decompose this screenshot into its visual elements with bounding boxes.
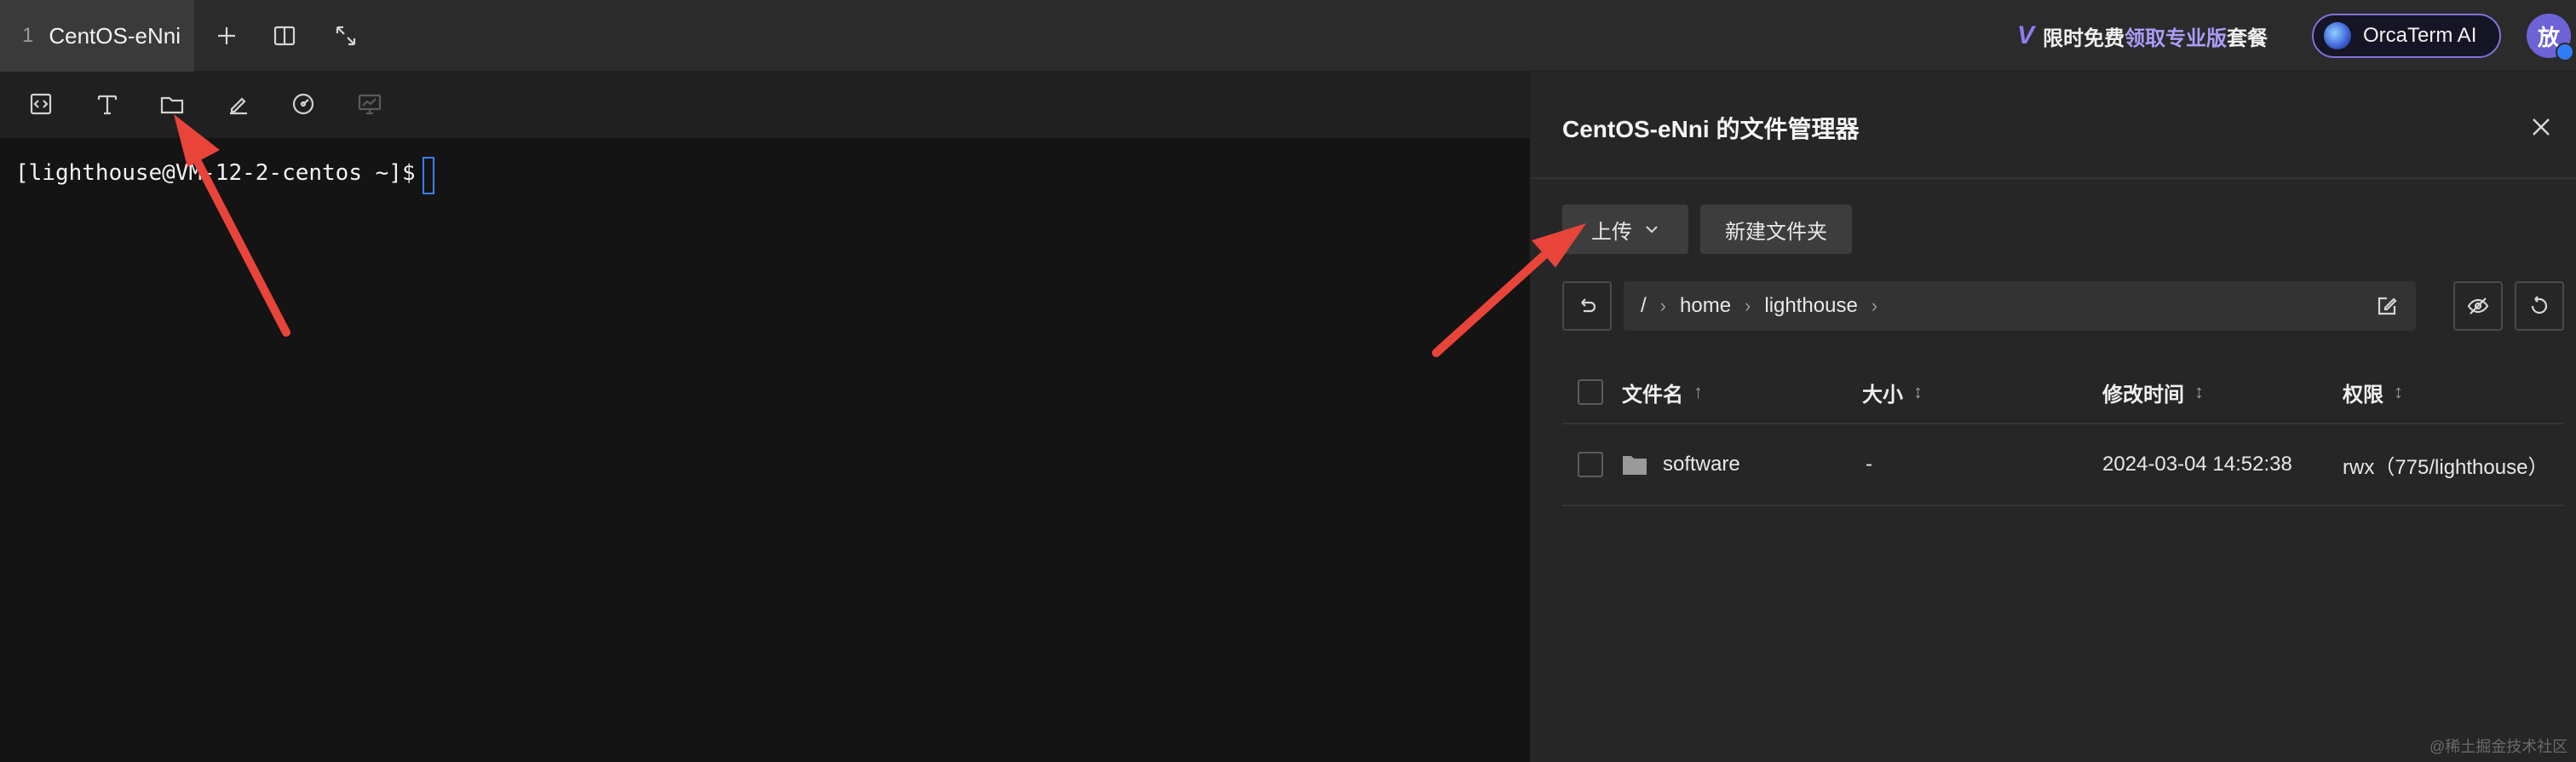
orcaterm-logo-icon — [2324, 22, 2351, 49]
close-icon[interactable] — [2527, 113, 2556, 141]
folder-icon — [1623, 456, 1647, 475]
file-name: software — [1663, 453, 1740, 476]
split-view-icon[interactable] — [267, 19, 302, 53]
file-permissions: rwx（775/lighthouse） — [2343, 455, 2549, 479]
avatar-badge-icon — [2556, 43, 2574, 61]
undo-icon — [1581, 298, 1596, 313]
expand-icon[interactable] — [329, 19, 363, 53]
chevron-right-icon: › — [1871, 295, 1878, 316]
refresh-icon — [2531, 296, 2548, 315]
code-icon[interactable] — [24, 87, 58, 121]
hidden-files-toggle[interactable] — [2453, 281, 2503, 331]
table-header: 文件名 ↑ 大小 ↕ 修改时间 ↕ 权限 ↕ — [1562, 361, 2564, 424]
column-size-label: 大小 — [1862, 383, 1903, 407]
column-modified-label: 修改时间 — [2102, 383, 2184, 407]
upload-button[interactable]: 上传 — [1562, 205, 1688, 254]
promo-text-2: 领取专业版 — [2125, 26, 2228, 50]
column-name[interactable]: 文件名 ↑ — [1622, 361, 1703, 423]
column-size[interactable]: 大小 ↕ — [1862, 361, 1923, 423]
eye-off-icon — [2467, 297, 2489, 315]
gauge-icon[interactable] — [286, 87, 320, 121]
refresh-button[interactable] — [2515, 281, 2564, 331]
file-name-cell[interactable]: software — [1622, 424, 1740, 505]
chevron-right-icon: › — [1745, 295, 1751, 316]
select-all-checkbox[interactable] — [1578, 379, 1603, 405]
tab-index: 1 — [22, 24, 34, 47]
new-folder-button[interactable]: 新建文件夹 — [1700, 205, 1852, 254]
orcaterm-label: OrcaTerm AI — [2363, 24, 2477, 47]
sort-icon: ↕ — [2194, 381, 2204, 402]
terminal-cursor — [423, 157, 434, 194]
promo-text-3: 套餐 — [2227, 26, 2268, 50]
text-icon[interactable] — [90, 87, 124, 121]
promo-banner[interactable]: V 限时免费 领取专业版 套餐 — [2017, 19, 2268, 53]
tab-centos[interactable]: 1 CentOS-eNni — [0, 0, 194, 72]
column-permissions[interactable]: 权限 ↕ — [2343, 361, 2403, 423]
back-button[interactable] — [1562, 281, 1612, 331]
avatar[interactable]: 放 — [2527, 14, 2574, 61]
monitor-icon — [353, 87, 387, 121]
promo-text-1: 限时免费 — [2043, 26, 2125, 50]
file-modified-cell: 2024-03-04 14:52:38 — [2102, 424, 2292, 505]
watermark: @稀土掘金技术社区 — [2429, 738, 2568, 755]
sort-up-icon: ↑ — [1693, 381, 1703, 402]
breadcrumb-home[interactable]: home — [1680, 294, 1731, 318]
pen-icon[interactable] — [221, 87, 256, 121]
edit-path-icon[interactable] — [2375, 294, 2399, 318]
breadcrumb-lighthouse[interactable]: lighthouse — [1764, 294, 1857, 318]
terminal-prompt: [lighthouse@VM-12-2-centos ~]$ — [15, 160, 416, 186]
top-bar: 1 CentOS-eNni V 限时免费 领取专业版 套餐 OrcaTerm A… — [0, 0, 2576, 72]
promo-logo: V — [2017, 21, 2035, 49]
file-size: - — [1866, 453, 1872, 476]
table-row[interactable]: software - 2024-03-04 14:52:38 rwx（775/l… — [1562, 424, 2564, 506]
panel-title: CentOS-eNni 的文件管理器 — [1562, 116, 1860, 142]
path-breadcrumb[interactable]: / › home › lighthouse › — [1624, 281, 2416, 331]
new-folder-label: 新建文件夹 — [1725, 220, 1827, 244]
tab-title: CentOS-eNni — [49, 22, 181, 49]
file-manager-panel: CentOS-eNni 的文件管理器 上传 新建文件夹 / › home › l… — [1530, 72, 2576, 762]
row-checkbox[interactable] — [1578, 452, 1603, 477]
sort-icon: ↕ — [2394, 381, 2403, 402]
file-permissions-cell: rwx（775/lighthouse） — [2343, 424, 2548, 505]
column-permissions-label: 权限 — [2343, 383, 2383, 407]
divider — [1530, 177, 2576, 179]
file-modified: 2024-03-04 14:52:38 — [2102, 453, 2292, 476]
plus-icon[interactable] — [210, 19, 244, 53]
sort-icon: ↕ — [1913, 381, 1923, 402]
folder-icon[interactable] — [155, 87, 189, 121]
terminal-area[interactable]: [lighthouse@VM-12-2-centos ~]$ — [0, 138, 1530, 762]
breadcrumb-root[interactable]: / — [1641, 294, 1647, 318]
column-name-label: 文件名 — [1622, 383, 1683, 407]
upload-label: 上传 — [1591, 220, 1632, 244]
orcaterm-ai-button[interactable]: OrcaTerm AI — [2312, 14, 2501, 58]
chevron-down-icon — [1646, 226, 1658, 234]
file-size-cell: - — [1866, 424, 1872, 505]
column-modified[interactable]: 修改时间 ↕ — [2102, 361, 2204, 423]
chevron-right-icon: › — [1659, 295, 1666, 316]
